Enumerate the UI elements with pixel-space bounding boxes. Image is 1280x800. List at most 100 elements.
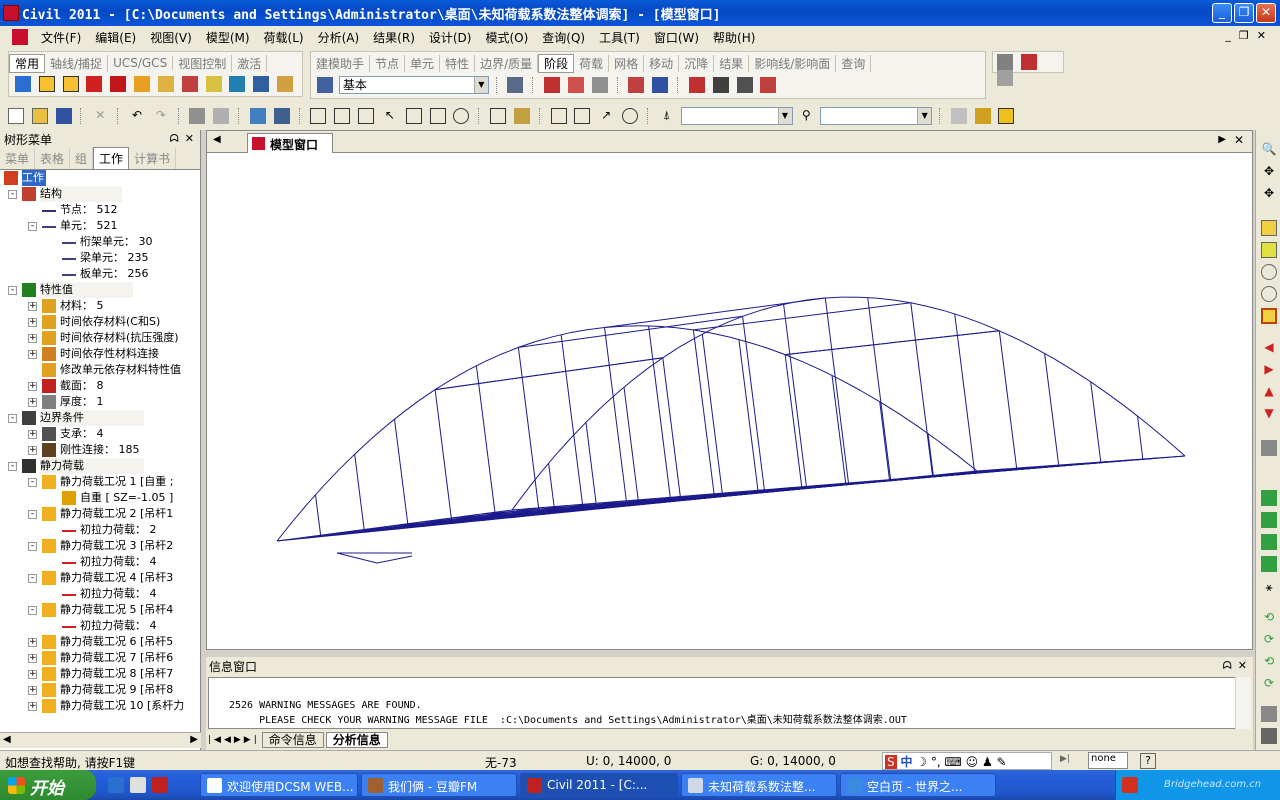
arrow-left-icon[interactable]: ◀ <box>1261 340 1277 356</box>
minimize-button[interactable]: _ <box>1212 3 1232 23</box>
select-window-icon[interactable] <box>249 108 266 124</box>
tab-work[interactable]: 工作 <box>93 147 130 169</box>
axis-icon[interactable] <box>652 77 669 93</box>
document-icon[interactable] <box>12 29 28 45</box>
undo-icon[interactable]: ↶ <box>129 108 145 124</box>
tree-horizontal-scrollbar[interactable]: ◀ ▶ <box>0 732 201 748</box>
activate-icon[interactable] <box>550 108 567 124</box>
delete-icon[interactable]: ✕ <box>92 108 108 124</box>
zoom-window-icon[interactable]: 🔍 <box>1261 142 1277 158</box>
tab-property[interactable]: 特性 <box>440 54 476 72</box>
tab-modeling-wizard[interactable]: 建模助手 <box>311 54 371 72</box>
select-plane-icon[interactable] <box>429 108 446 124</box>
menu-mode[interactable]: 模式(O) <box>478 29 535 46</box>
tab-node[interactable]: 节点 <box>370 54 406 72</box>
collapse-icon[interactable]: - <box>8 286 17 295</box>
ie-quicklaunch-icon[interactable] <box>108 777 124 793</box>
tab-load[interactable]: 荷载 <box>574 54 610 72</box>
axis-view-icon[interactable]: ⚹ <box>1261 580 1277 596</box>
tab-axis-snap[interactable]: 轴线/捕捉 <box>45 54 109 72</box>
tab-query[interactable]: 查询 <box>836 54 872 72</box>
save-icon[interactable] <box>55 108 72 124</box>
active-all-icon[interactable] <box>622 108 639 124</box>
pin-close-icon[interactable]: ᗣ✕ <box>1223 659 1253 673</box>
tab-group[interactable]: 组 <box>70 148 94 169</box>
menu-window[interactable]: 窗口(W) <box>647 29 706 46</box>
stage-define-icon[interactable] <box>628 77 645 93</box>
hidden-icon[interactable] <box>950 108 967 124</box>
expand-icon[interactable]: + <box>28 446 37 455</box>
side-view-icon[interactable] <box>1261 556 1277 572</box>
stage-load-icon[interactable] <box>544 77 561 93</box>
expand-icon[interactable]: + <box>28 334 37 343</box>
expand-icon[interactable]: + <box>28 654 37 663</box>
redo-icon[interactable]: ↷ <box>153 108 169 124</box>
select-line-icon[interactable] <box>334 108 351 124</box>
taskbar-item-document[interactable]: 未知荷载系数法整... <box>681 773 837 797</box>
arrow-down-icon[interactable]: ▼ <box>1261 406 1277 422</box>
inactivate-icon[interactable] <box>574 108 591 124</box>
collapse-icon[interactable]: - <box>28 574 37 583</box>
display-icon[interactable] <box>1261 728 1277 744</box>
select-polygon-icon[interactable] <box>273 108 290 124</box>
menu-design[interactable]: 设计(D) <box>422 29 479 46</box>
node-snap-icon[interactable] <box>86 76 103 92</box>
arrow-up-icon[interactable]: ▲ <box>1261 384 1277 400</box>
iso-view-icon[interactable] <box>1261 490 1277 506</box>
taskbar-item-dcsm[interactable]: 欢迎使用DCSM WEB... <box>200 773 358 797</box>
start-button[interactable]: 开始 <box>0 770 96 800</box>
mdi-window-controls[interactable]: _❐✕ <box>1225 29 1274 42</box>
print-preview-icon[interactable] <box>997 54 1013 70</box>
stage-element-icon[interactable] <box>688 77 705 93</box>
zoom-out-icon[interactable] <box>1261 286 1277 302</box>
civil-app-icon[interactable] <box>3 5 19 21</box>
info-message-area[interactable]: 2526 WARNING MESSAGES ARE FOUND. PLEASE … <box>208 677 1238 729</box>
sogou-tray-icon[interactable] <box>1122 777 1138 793</box>
unit-select[interactable]: none <box>1088 752 1128 769</box>
taskbar-item-browser[interactable]: 空白页 - 世界之... <box>840 773 996 797</box>
tab-stage[interactable]: 阶段 <box>538 53 575 73</box>
report-icon[interactable] <box>1020 54 1037 70</box>
stage-support-icon[interactable] <box>712 77 729 93</box>
tab-analysis-message[interactable]: 分析信息 <box>325 732 388 748</box>
snap-point-icon[interactable] <box>62 76 79 92</box>
structure-group-icon[interactable]: ⚲ <box>798 108 814 124</box>
tab-scroll-right-icon[interactable]: ▶ <box>1218 134 1226 145</box>
restraint-icon[interactable] <box>205 76 222 92</box>
arrow-right-icon[interactable]: ▶ <box>1261 362 1277 378</box>
collapse-icon[interactable]: - <box>28 606 37 615</box>
perspective-icon[interactable] <box>1261 440 1277 456</box>
new-file-icon[interactable] <box>8 108 24 124</box>
collapse-icon[interactable]: - <box>8 190 17 199</box>
menu-help[interactable]: 帮助(H) <box>706 29 762 46</box>
scroll-left-icon[interactable]: ◀ <box>3 734 11 745</box>
front-view-icon[interactable] <box>1261 534 1277 550</box>
tool-icon[interactable] <box>253 76 270 92</box>
expand-icon[interactable]: + <box>28 382 37 391</box>
tab-element[interactable]: 单元 <box>405 54 441 72</box>
menu-query[interactable]: 查询(Q) <box>535 29 592 46</box>
expand-icon[interactable]: + <box>28 318 37 327</box>
snap-line-icon[interactable] <box>38 76 55 92</box>
bridge-model-canvas[interactable] <box>207 153 1252 649</box>
unlock-icon[interactable] <box>998 108 1015 124</box>
rotate-y-icon[interactable]: ⟳ <box>1261 632 1277 648</box>
menu-file[interactable]: 文件(F) <box>34 29 88 46</box>
select-previous-icon[interactable] <box>513 108 530 124</box>
export-icon[interactable] <box>997 70 1013 86</box>
collapse-icon[interactable]: - <box>28 478 37 487</box>
select-circle-icon[interactable] <box>453 108 470 124</box>
zoom-all-icon[interactable] <box>1261 308 1277 324</box>
help-icon[interactable]: ? <box>1140 753 1156 769</box>
inverse-icon[interactable]: ↗ <box>598 108 614 124</box>
pin-close-icon[interactable]: ᗣ✕ <box>170 132 200 146</box>
menu-model[interactable]: 模型(M) <box>199 29 257 46</box>
taskbar-item-doubanfm[interactable]: 我们俩 - 豆瓣FM <box>361 773 517 797</box>
maximize-button[interactable]: ❐ <box>1234 3 1254 23</box>
scroll-right-icon[interactable]: ▶ <box>190 734 198 745</box>
print-icon[interactable] <box>189 108 206 124</box>
stage-manage-icon[interactable] <box>507 77 524 93</box>
tab-calc-book[interactable]: 计算书 <box>129 148 177 169</box>
tab-influence[interactable]: 影响线/影响面 <box>749 54 837 72</box>
ime-toolbar[interactable]: S 中 ☽ °, ⌨ ☺ ♟ ✎ <box>882 752 1052 770</box>
